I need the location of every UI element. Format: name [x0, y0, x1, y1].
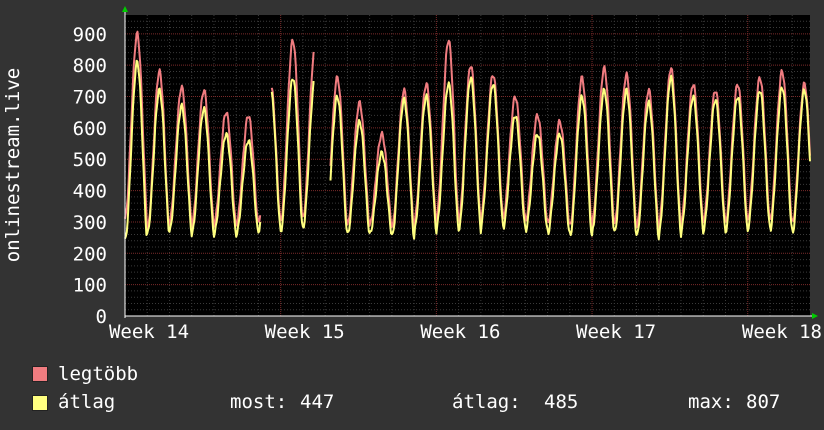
x-tick-labels: Week 14 Week 15 Week 16 Week 17 Week 18: [109, 321, 822, 343]
y-tick-label: 400: [73, 181, 107, 203]
stat-current-value: 447: [300, 391, 335, 413]
x-tick-label: Week 15: [265, 321, 345, 343]
y-tick-label: 300: [73, 212, 107, 234]
stat-current-label: most:: [230, 391, 288, 413]
y-tick-label: 700: [73, 87, 107, 109]
legend-label-max: legtöbb: [58, 363, 139, 385]
line-chart: 0100200300400500600700800900 Week 14 Week…: [2, 6, 822, 343]
x-tick-label: Week 16: [420, 321, 500, 343]
y-tick-label: 500: [73, 149, 107, 171]
x-tick-label: Week 14: [109, 321, 189, 343]
legend-swatch-avg: [32, 395, 48, 411]
stat-max-value: 807: [746, 391, 781, 413]
y-tick-label: 100: [73, 275, 107, 297]
x-tick-label: Week 18: [742, 321, 822, 343]
legend-label-avg: átlag: [58, 391, 116, 413]
stat-average-value: 485: [544, 391, 579, 413]
x-tick-label: Week 17: [576, 321, 656, 343]
y-axis-arrow: [122, 6, 128, 12]
y-tick-label: 900: [73, 24, 107, 46]
stat-average-label: átlag:: [452, 391, 521, 413]
stat-max-label: max:: [688, 391, 734, 413]
y-tick-label: 600: [73, 118, 107, 140]
y-tick-label: 0: [96, 306, 107, 328]
x-axis-arrow: [812, 313, 818, 319]
y-axis-label: onlinestream.live: [2, 68, 24, 262]
legend-swatch-max: [32, 366, 48, 382]
y-tick-labels: 0 100 200 300 400 500 600 700 800 900: [73, 24, 107, 328]
y-tick-label: 200: [73, 243, 107, 265]
y-tick-label: 800: [73, 55, 107, 77]
